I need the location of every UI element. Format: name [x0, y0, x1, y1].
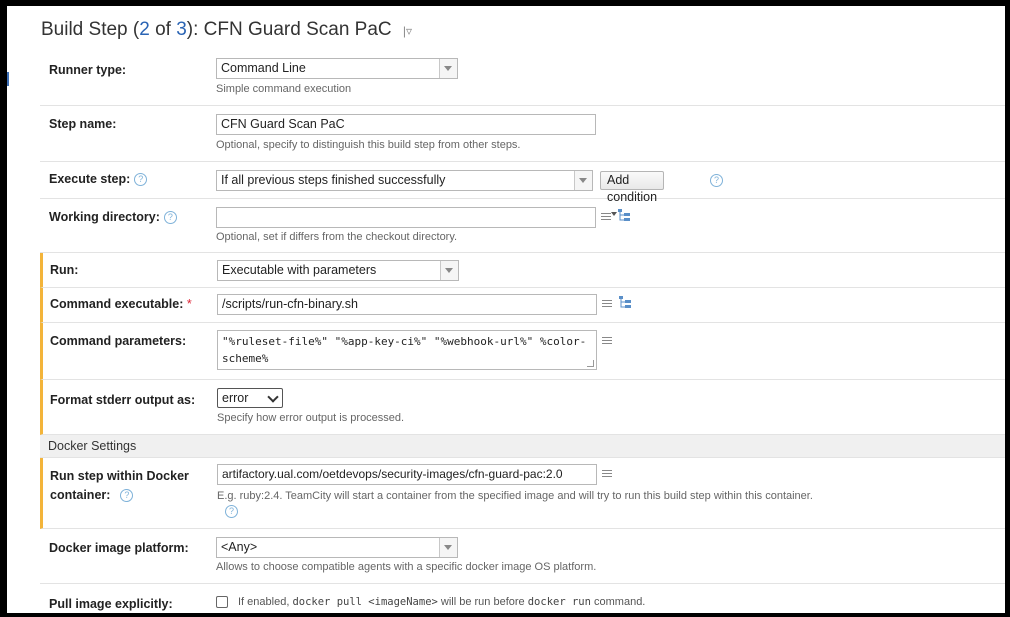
command-parameters-value: "%ruleset-file%" "%app-key-ci%" "%webhoo…	[222, 335, 587, 365]
docker-settings-header: Docker Settings	[40, 435, 1005, 458]
row-working-directory: Working directory:? Optional, set if dif…	[40, 199, 1005, 253]
row-execute-step: Execute step:? If all previous steps fin…	[40, 162, 1005, 216]
run-label: Run:	[50, 263, 79, 277]
row-command-executable: Command executable: * /scripts/run-cfn-b…	[40, 288, 1005, 323]
execute-step-label-text: Execute step:	[49, 172, 131, 186]
title-step-total: 3	[176, 19, 187, 40]
run-select[interactable]: Executable with parameters	[217, 260, 459, 281]
text-editor-icon[interactable]	[602, 300, 612, 309]
pull-note-code-pull: docker pull <imageName>	[292, 596, 438, 608]
build-step-page: Build Step (2 of 3): CFN Guard Scan PaC …	[7, 6, 1005, 613]
add-condition-button[interactable]: Add condition	[600, 171, 665, 216]
file-tree-icon[interactable]	[618, 209, 631, 222]
row-runner-type: Runner type: Command Line Simple command…	[40, 50, 1005, 106]
run-value: Executable with parameters	[222, 263, 377, 277]
pull-note-code-run: docker run	[527, 596, 591, 608]
docker-platform-note: Allows to choose compatible agents with …	[216, 561, 597, 573]
format-stderr-value: error	[222, 391, 249, 405]
file-tree-icon[interactable]	[619, 296, 632, 309]
resize-handle[interactable]	[587, 360, 594, 367]
pull-image-checkbox[interactable]	[216, 596, 228, 608]
working-directory-label-text: Working directory:	[49, 210, 160, 224]
help-icon[interactable]: ?	[120, 489, 134, 502]
chevron-down-icon	[439, 538, 457, 557]
docker-container-label-line2: container:	[50, 488, 111, 502]
command-parameters-textarea[interactable]: "%ruleset-file%" "%app-key-ci%" "%webhoo…	[217, 330, 597, 370]
docker-container-label-line1: Run step within Docker	[50, 469, 189, 483]
pull-image-note: If enabled, docker pull <imageName> will…	[238, 596, 645, 608]
format-stderr-select[interactable]: error	[217, 388, 283, 408]
format-stderr-note: Specify how error output is processed.	[217, 412, 405, 424]
docker-platform-select[interactable]: <Any>	[216, 537, 458, 558]
settings-form: Runner type: Command Line Simple command…	[40, 50, 1005, 613]
working-directory-label: Working directory:?	[49, 209, 177, 226]
help-icon[interactable]: ?	[134, 173, 148, 186]
help-icon[interactable]: ?	[710, 174, 723, 187]
required-marker: *	[186, 297, 192, 311]
command-executable-label-text: Command executable:	[50, 297, 184, 311]
title-step-current: 2	[139, 19, 150, 40]
step-name-note: Optional, specify to distinguish this bu…	[216, 139, 521, 151]
command-executable-input[interactable]: /scripts/run-cfn-binary.sh	[217, 294, 597, 315]
pull-note-after: command.	[590, 596, 646, 608]
chevron-down-icon	[439, 59, 457, 78]
docker-container-note: E.g. ruby:2.4. TeamCity will start a con…	[217, 490, 813, 502]
pull-note-before: If enabled,	[238, 596, 293, 608]
command-executable-label: Command executable: *	[50, 296, 192, 313]
docker-platform-value: <Any>	[221, 540, 258, 554]
pull-image-label: Pull image explicitly:	[49, 597, 173, 611]
row-step-name: Step name: CFN Guard Scan PaC Optional, …	[40, 106, 1005, 162]
step-name-input[interactable]: CFN Guard Scan PaC	[216, 114, 596, 135]
docker-container-input[interactable]: artifactory.ual.com/oetdevops/security-i…	[217, 464, 597, 485]
command-parameters-label: Command parameters:	[50, 334, 187, 348]
text-editor-icon[interactable]	[602, 470, 612, 479]
docker-container-label: Run step within Docker container:?	[50, 468, 189, 504]
help-icon[interactable]: ?	[225, 505, 238, 518]
text-editor-icon[interactable]	[601, 213, 611, 222]
page-title: Build Step (2 of 3): CFN Guard Scan PaC …	[41, 19, 412, 41]
help-icon[interactable]: ?	[163, 211, 177, 224]
docker-platform-label: Docker image platform:	[49, 541, 189, 555]
text-editor-icon[interactable]	[602, 337, 612, 346]
row-format-stderr: Format stderr output as: error Specify h…	[40, 380, 1005, 435]
format-stderr-label: Format stderr output as:	[50, 393, 196, 407]
chevron-down-icon	[267, 391, 279, 403]
title-of: of	[149, 19, 177, 40]
runner-type-note: Simple command execution	[216, 83, 352, 95]
runner-type-value: Command Line	[221, 61, 306, 75]
row-docker-platform: Docker image platform: <Any> Allows to c…	[40, 529, 1005, 584]
working-directory-note: Optional, set if differs from the checko…	[216, 231, 458, 243]
title-menu-toggle[interactable]: |▿	[403, 24, 412, 38]
row-pull-image: Pull image explicitly: If enabled, docke…	[40, 584, 1005, 613]
runner-type-select[interactable]: Command Line	[216, 58, 458, 79]
execute-step-label: Execute step:?	[49, 171, 148, 188]
title-suffix: ): CFN Guard Scan PaC	[186, 19, 392, 40]
chevron-down-icon	[440, 261, 458, 280]
step-name-label: Step name:	[49, 117, 117, 131]
row-command-parameters: Command parameters: "%ruleset-file%" "%a…	[40, 323, 1005, 380]
row-docker-container: Run step within Docker container:? artif…	[40, 458, 1005, 529]
pull-note-middle: will be run before	[437, 596, 528, 608]
runner-type-label: Runner type:	[49, 63, 127, 77]
working-directory-input[interactable]	[216, 207, 596, 228]
execute-step-select[interactable]: If all previous steps finished successfu…	[216, 170, 593, 191]
chevron-down-icon	[574, 171, 592, 190]
left-edge-marker	[7, 72, 9, 86]
execute-step-value: If all previous steps finished successfu…	[221, 173, 446, 187]
row-run: Run: Executable with parameters	[40, 253, 1005, 288]
title-prefix: Build Step (	[41, 19, 140, 40]
